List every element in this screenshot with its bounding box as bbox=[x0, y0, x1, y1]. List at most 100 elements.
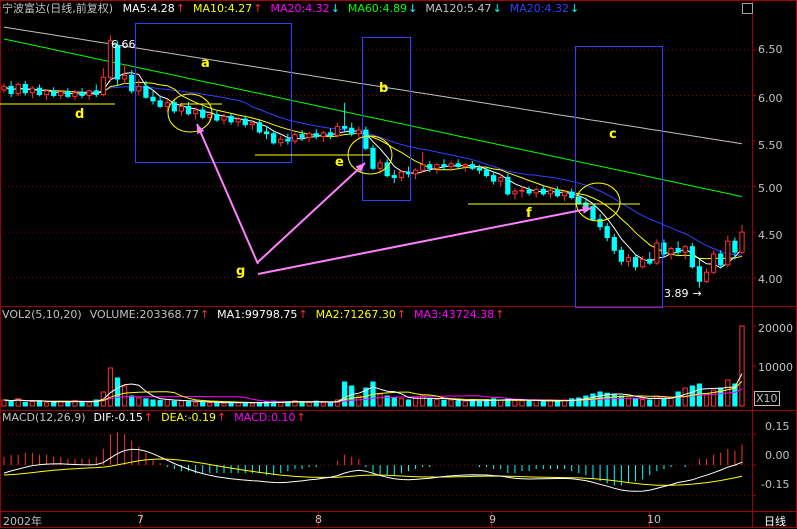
volume-bar-down bbox=[341, 381, 348, 407]
candle-down bbox=[256, 122, 263, 133]
candle-down bbox=[150, 96, 156, 102]
volume-bar-down bbox=[143, 398, 149, 407]
candle-down bbox=[327, 132, 334, 137]
volume-bar-down bbox=[129, 395, 135, 407]
candle-up bbox=[100, 76, 106, 96]
volume-bar-up bbox=[462, 400, 468, 407]
candle-up bbox=[58, 91, 64, 96]
legend-label: MA120:5.47 bbox=[425, 2, 492, 15]
candle-down bbox=[8, 85, 14, 95]
down-arrow-icon: ↓ bbox=[330, 2, 340, 15]
stock-chart[interactable]: 宁波富达(日线,前复权) MA5:4.28↑ MA10:4.27↑ MA20:4.3… bbox=[0, 0, 797, 528]
x-label-2002: 2002年 bbox=[3, 515, 42, 528]
volume-bar-up bbox=[377, 393, 383, 407]
volume-bar-up bbox=[434, 399, 440, 407]
volume-bar-down bbox=[632, 398, 639, 407]
legend-label: MA2:71267.30 bbox=[315, 308, 396, 321]
down-arrow-icon: ↓ bbox=[408, 2, 418, 15]
volume-bar-down bbox=[427, 398, 433, 407]
macd-tick-015: 0.15 bbox=[765, 420, 790, 433]
chart-canvas[interactable] bbox=[0, 0, 797, 528]
legend-item: VOLUME:203368.77↑ bbox=[90, 308, 209, 321]
ma10-line bbox=[3, 81, 743, 260]
price-tick-650: 6.50 bbox=[758, 43, 783, 56]
candle-up bbox=[164, 102, 170, 107]
price-tick-550: 5.50 bbox=[758, 139, 783, 152]
candle-down bbox=[313, 133, 319, 137]
candle-up bbox=[547, 189, 554, 195]
candle-up bbox=[710, 253, 717, 273]
legend-item: VOL2(5,10,20) bbox=[2, 308, 82, 321]
window-maximize-icon[interactable] bbox=[742, 3, 753, 14]
candle-down bbox=[200, 109, 206, 118]
volume-bar-up bbox=[86, 401, 92, 407]
arrow-g-to-f bbox=[257, 207, 593, 275]
candle-up bbox=[462, 164, 468, 168]
legend-label: MA5:4.28 bbox=[122, 2, 175, 15]
candle-up bbox=[292, 134, 298, 142]
candle-up bbox=[654, 242, 660, 264]
volume-bar-up bbox=[519, 400, 525, 407]
candle-down bbox=[143, 85, 149, 98]
ma5-line bbox=[3, 72, 743, 269]
candle-up bbox=[625, 257, 632, 262]
volume-bar-down bbox=[157, 399, 163, 407]
volume-bar-down bbox=[36, 400, 43, 407]
legend-item: MA5:4.28↑ bbox=[123, 2, 185, 15]
price-header: 宁波富达(日线,前复权) MA5:4.28↑ MA10:4.27↑ MA20:4.3… bbox=[2, 2, 595, 16]
ma-legend: MA5:4.28↑ MA10:4.27↑ MA20:4.32↓ MA60:4.89↓ M… bbox=[123, 2, 588, 15]
candle-down bbox=[618, 249, 624, 262]
volume-bar-up bbox=[249, 402, 255, 407]
legend-label: MA60:4.89 bbox=[347, 2, 408, 15]
volume-bar-down bbox=[476, 400, 483, 407]
candle-down bbox=[576, 196, 582, 204]
legend-item: MA1:99798.75↑ bbox=[217, 308, 307, 321]
volume-bar-up bbox=[739, 325, 745, 407]
up-arrow-icon: ↑ bbox=[296, 411, 306, 424]
volume-bar-down bbox=[618, 395, 624, 407]
volume-bar-down bbox=[349, 385, 355, 407]
legend-item: MACD:0.10↑ bbox=[234, 411, 305, 424]
volume-bar-up bbox=[498, 399, 504, 407]
candle-down bbox=[455, 163, 461, 168]
candle-down bbox=[569, 191, 575, 198]
up-arrow-icon: ↑ bbox=[143, 411, 154, 424]
legend-item: DIF:-0.15↑ bbox=[94, 411, 154, 424]
candle-up bbox=[668, 248, 674, 255]
up-arrow-icon: ↑ bbox=[175, 2, 186, 15]
volume-bar-up bbox=[448, 399, 454, 407]
legend-label: MA3:43724.38 bbox=[414, 308, 495, 321]
candle-down bbox=[469, 164, 475, 169]
x-label-10: 10 bbox=[647, 513, 661, 526]
candle-up bbox=[739, 231, 745, 253]
candle-down bbox=[299, 134, 305, 138]
volume-bar-down bbox=[150, 399, 156, 407]
volume-bar-down bbox=[114, 377, 121, 407]
legend-label: MA20:4.32 bbox=[509, 2, 569, 15]
volume-legend: VOL2(5,10,20) VOLUME:203368.77↑ MA1:99798.… bbox=[2, 308, 512, 321]
legend-item: MA20:4.32↓ bbox=[270, 2, 339, 15]
candle-down bbox=[263, 131, 270, 135]
candle-down bbox=[214, 114, 220, 121]
volume-header: VOL2(5,10,20) VOLUME:203368.77↑ MA1:99798.… bbox=[2, 308, 520, 322]
volume-bar-down bbox=[214, 401, 220, 407]
candle-up bbox=[519, 189, 525, 192]
candle-down bbox=[718, 253, 724, 266]
x-label-7: 7 bbox=[137, 513, 144, 526]
low-price-arrow: → bbox=[692, 287, 702, 300]
legend-label: MA10:4.27 bbox=[193, 2, 253, 15]
volume-bar-up bbox=[625, 397, 632, 407]
candle-down bbox=[491, 175, 497, 182]
candle-up bbox=[561, 191, 568, 197]
volume-bar-up bbox=[29, 401, 36, 407]
volume-bar-up bbox=[420, 395, 426, 407]
volume-bar-up bbox=[221, 402, 227, 407]
legend-label: DIF:-0.15 bbox=[93, 411, 143, 424]
arrow-g-to-e bbox=[257, 162, 366, 263]
candle-down bbox=[732, 240, 738, 253]
price-tick-600: 6.00 bbox=[758, 92, 783, 105]
period-label[interactable]: 日线 bbox=[764, 513, 786, 529]
macd-legend: MACD(12,26,9) DIF:-0.15↑ DEA:-0.19↑ MACD:0.… bbox=[2, 411, 314, 424]
candle-up bbox=[533, 188, 539, 194]
candle-down bbox=[675, 248, 681, 253]
